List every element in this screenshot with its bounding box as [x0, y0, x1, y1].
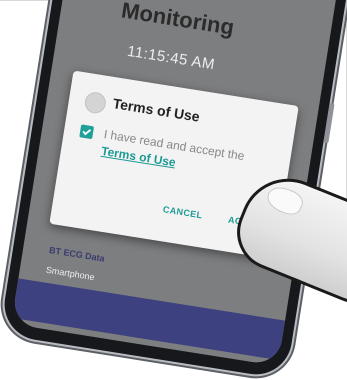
checkmark-icon [82, 129, 92, 136]
accept-checkbox[interactable] [79, 124, 95, 140]
section-title: BT ECG Data [48, 244, 106, 264]
side-button [323, 102, 335, 144]
info-icon [83, 90, 108, 115]
cancel-button[interactable]: CANCEL [162, 204, 203, 220]
clock-time: 11:15:45 AM [125, 42, 217, 74]
section-subtitle: Smartphone [45, 264, 96, 283]
bottom-bar [12, 278, 286, 361]
dialog-title: Terms of Use [111, 95, 201, 125]
accept-statement: I have read and accept the Terms of Use [100, 126, 283, 188]
fingernail [263, 182, 306, 219]
